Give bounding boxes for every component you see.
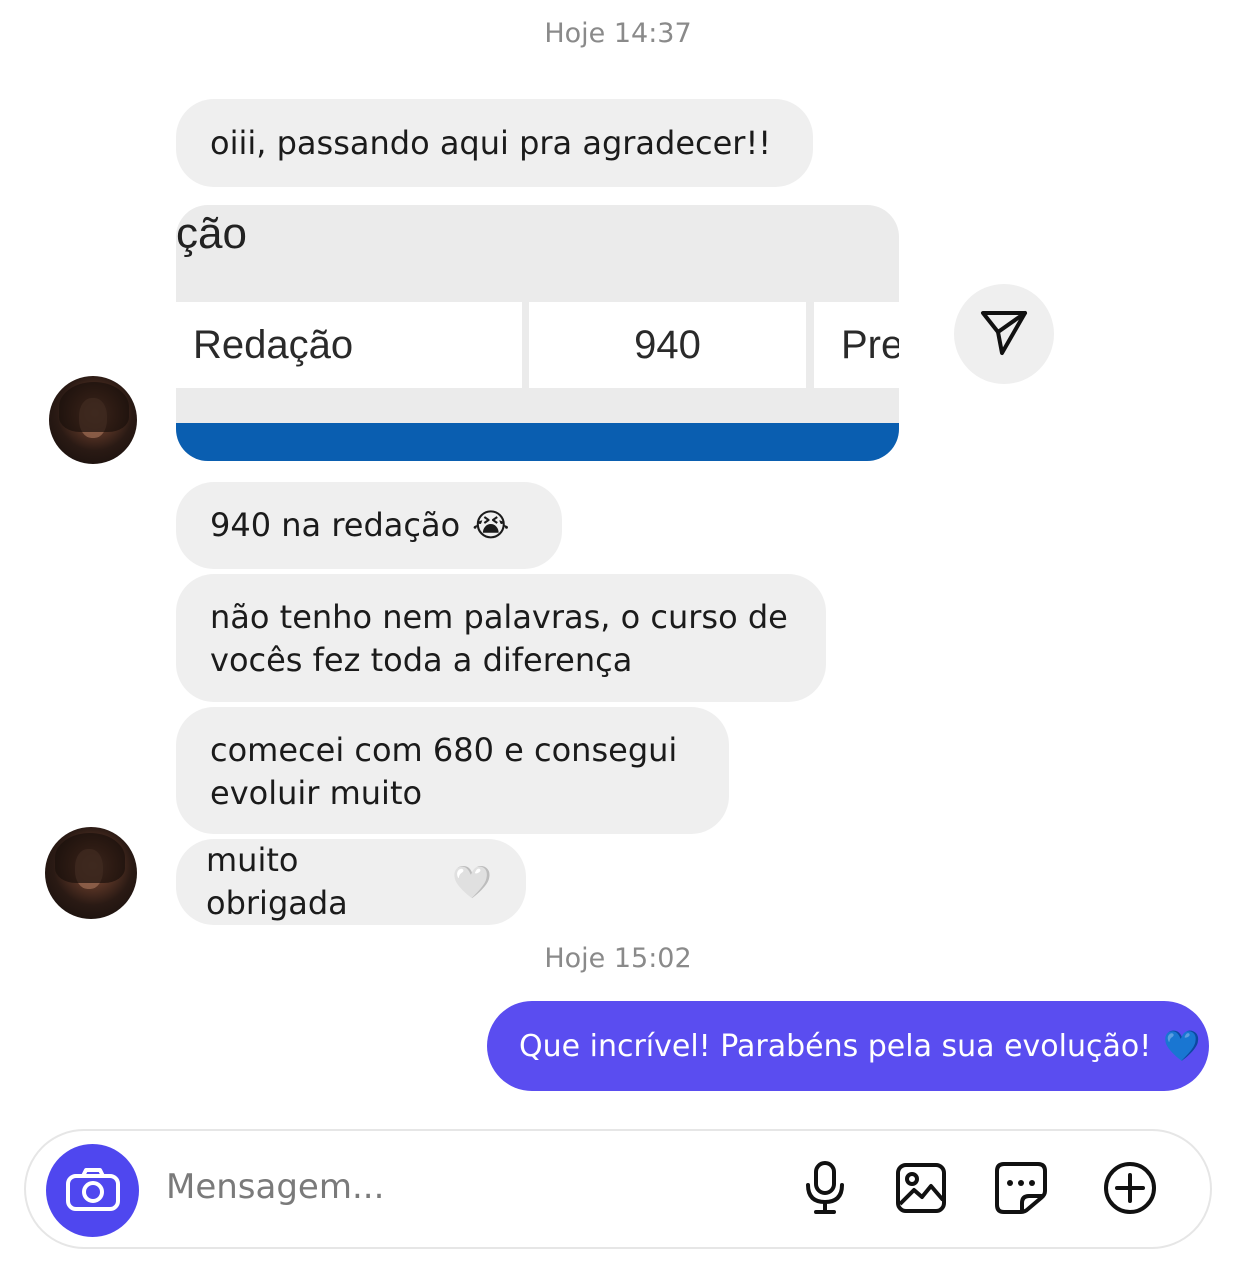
received-message[interactable]: não tenho nem palavras, o curso de vocês… — [176, 574, 826, 702]
shared-image[interactable]: ção Redação 940 Pre — [176, 205, 899, 461]
share-button[interactable] — [954, 284, 1054, 384]
received-message[interactable]: muito obrigada 🤍 — [176, 839, 526, 925]
shared-image-blue-bar — [176, 423, 899, 461]
message-text: oiii, passando aqui pra agradecer!! — [210, 123, 772, 162]
message-text-line: evoluir muito — [210, 774, 423, 812]
sticker-icon — [994, 1161, 1048, 1219]
timestamp: Hoje 15:02 — [544, 943, 692, 974]
plus-icon — [1102, 1160, 1158, 1220]
message-text: Que incrível! Parabéns pela sua evolução… — [519, 1028, 1152, 1064]
microphone-button[interactable] — [796, 1161, 854, 1219]
shared-image-title-fragment: ção — [176, 209, 247, 258]
crying-emoji-icon: 😭 — [472, 506, 510, 544]
shared-image-cell-label: Redação — [176, 302, 522, 388]
received-message[interactable]: 940 na redação 😭 — [176, 482, 562, 569]
sent-message[interactable]: Que incrível! Parabéns pela sua evolução… — [487, 1001, 1209, 1091]
sticker-button[interactable] — [992, 1161, 1050, 1219]
more-options-button[interactable] — [1101, 1161, 1159, 1219]
avatar[interactable] — [45, 827, 137, 919]
camera-icon — [65, 1167, 120, 1215]
received-message[interactable]: oiii, passando aqui pra agradecer!! — [176, 99, 813, 187]
message-text-line: vocês fez toda a diferença — [210, 641, 633, 679]
received-message[interactable]: comecei com 680 e consegui evoluir muito — [176, 707, 729, 834]
microphone-icon — [803, 1160, 847, 1220]
image-icon — [895, 1162, 947, 1218]
timestamp: Hoje 14:37 — [544, 18, 692, 49]
message-composer: Mensagem... — [24, 1129, 1212, 1249]
message-text-line: não tenho nem palavras, o curso de — [210, 598, 788, 636]
message-text-line: comecei com 680 e consegui — [210, 731, 678, 769]
shared-image-cell-score: 940 — [529, 302, 806, 388]
message-input[interactable]: Mensagem... — [166, 1167, 384, 1207]
message-text: 940 na redação — [210, 506, 461, 544]
gallery-button[interactable] — [892, 1161, 950, 1219]
blue-heart-emoji-icon: 💙 — [1163, 1028, 1201, 1064]
send-icon — [978, 306, 1030, 362]
shared-image-cell-partial: Pre — [814, 302, 899, 388]
white-heart-emoji-icon: 🤍 — [452, 862, 492, 901]
message-text: muito obrigada — [206, 841, 348, 922]
avatar[interactable] — [49, 376, 137, 464]
camera-button[interactable] — [46, 1144, 139, 1237]
